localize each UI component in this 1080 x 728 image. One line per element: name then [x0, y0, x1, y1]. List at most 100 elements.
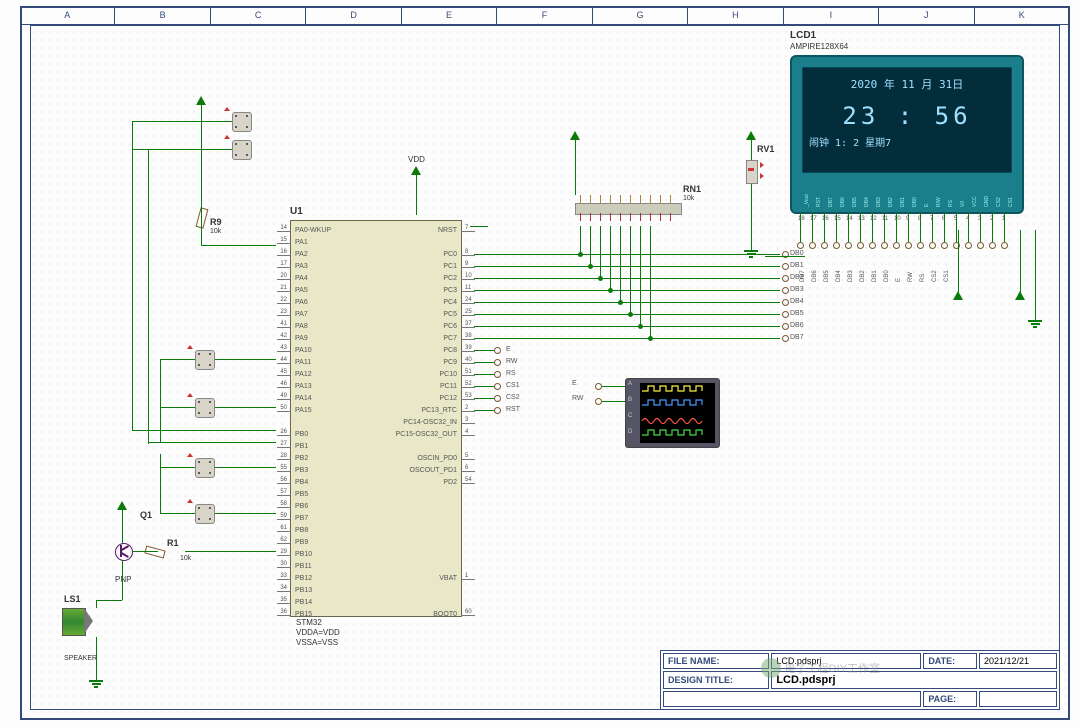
- u1-pin-PB15: PB15: [295, 611, 312, 618]
- scope-ch-c: C: [628, 413, 632, 419]
- rn1-val: 10k: [683, 195, 694, 202]
- u1-pin-OSCOUT_PD1: OSCOUT_PD1: [410, 467, 457, 474]
- u1-pin-PB11: PB11: [295, 563, 312, 570]
- db-terminal[interactable]: [782, 323, 789, 330]
- lcd-intpin-DB5: DB5: [852, 197, 858, 207]
- netlabel-DB4: DB4: [790, 298, 804, 305]
- q1-type: PNP: [115, 575, 131, 584]
- lcd-module[interactable]: 2020 年 11 月 31日 23 : 56 闹钟 1: 2 星期7 _Vou…: [790, 55, 1024, 214]
- lcd-pin-terminal[interactable]: [941, 242, 948, 249]
- u1-pin-PD2: PD2: [443, 479, 457, 486]
- ruler-col: I: [784, 6, 879, 24]
- terminal-e[interactable]: [595, 383, 602, 390]
- scope-sig-rw: RW: [572, 395, 584, 402]
- u1-ref: U1: [290, 206, 303, 217]
- u1-pin-PA12: PA12: [295, 371, 312, 378]
- netlabel-CS2: CS2: [506, 394, 520, 401]
- lcd-pin-terminal[interactable]: [893, 242, 900, 249]
- lcd-intpin-VCC: VCC: [972, 196, 978, 207]
- db-terminal[interactable]: [782, 299, 789, 306]
- lcd-line3: 闹钟 1: 2 星期7: [803, 132, 1011, 151]
- u1-pin-PA15: PA15: [295, 407, 312, 414]
- lcd-extpin-DB0: DB0: [884, 270, 890, 282]
- lcd-pin-terminal[interactable]: [905, 242, 912, 249]
- u1-pin-PB6: PB6: [295, 503, 308, 510]
- netlabel-DB7: DB7: [790, 334, 804, 341]
- u1-pin-PB1: PB1: [295, 443, 308, 450]
- lcd-pin-terminal[interactable]: [821, 242, 828, 249]
- lcd-pin-terminal[interactable]: [857, 242, 864, 249]
- db-terminal[interactable]: [782, 287, 789, 294]
- u1-pin-PA0-WKUP: PA0-WKUP: [295, 227, 331, 234]
- r1-ref: R1: [167, 538, 179, 548]
- lcd-intpin-CS2: CS2: [996, 197, 1002, 207]
- netlabel-RS: RS: [506, 370, 516, 377]
- terminal-rw[interactable]: [595, 398, 602, 405]
- u1-pin-PC3: PC3: [443, 287, 457, 294]
- db-terminal[interactable]: [782, 263, 789, 270]
- schematic-canvas[interactable]: ABCDEFGHIJK U1 PA0-WKUP14PA115PA216PA317…: [0, 0, 1080, 728]
- lcd-intpin-_Vout: _Vout: [804, 194, 810, 207]
- u1-pin-PB9: PB9: [295, 539, 308, 546]
- ctrl-terminal[interactable]: [494, 383, 501, 390]
- lcd-line2: 23 : 56: [803, 96, 1011, 132]
- db-terminal[interactable]: [782, 275, 789, 282]
- lcd-pin-terminal[interactable]: [977, 242, 984, 249]
- u1-pin-PB7: PB7: [295, 515, 308, 522]
- lcd-pin-terminal[interactable]: [917, 242, 924, 249]
- ctrl-terminal[interactable]: [494, 359, 501, 366]
- tb-page-label: PAGE:: [923, 691, 977, 707]
- lcd-extpin-RS: RS: [920, 274, 926, 282]
- ruler-col: C: [211, 6, 306, 24]
- ctrl-terminal[interactable]: [494, 347, 501, 354]
- lcd-intpin-DB4: DB4: [864, 197, 870, 207]
- u1-pin-PA9: PA9: [295, 335, 308, 342]
- db-terminal[interactable]: [782, 311, 789, 318]
- u1-pin-PA4: PA4: [295, 275, 308, 282]
- u1-pin-PC9: PC9: [443, 359, 457, 366]
- lcd-pin-terminal[interactable]: [809, 242, 816, 249]
- lcd-pin-terminal[interactable]: [965, 242, 972, 249]
- lcd-pin-terminal[interactable]: [929, 242, 936, 249]
- lcd-intpin-CS1: CS1: [1008, 197, 1014, 207]
- u1-pin-NRST: NRST: [438, 227, 457, 234]
- lcd-intpin-DB3: DB3: [876, 197, 882, 207]
- lcd-pin-terminal[interactable]: [833, 242, 840, 249]
- lcd-pin-terminal[interactable]: [881, 242, 888, 249]
- u1-pin-PC1: PC1: [443, 263, 457, 270]
- lcd-pin-terminal[interactable]: [989, 242, 996, 249]
- ls1-ref: LS1: [64, 594, 81, 604]
- ruler-col: A: [20, 6, 115, 24]
- u1-pin-PB5: PB5: [295, 491, 308, 498]
- scope-ch-a: A: [628, 381, 632, 387]
- r9-ref: R9: [210, 217, 222, 227]
- u1-pin-PA2: PA2: [295, 251, 308, 258]
- u1-pin-PC7: PC7: [443, 335, 457, 342]
- u1-chip[interactable]: PA0-WKUP14PA115PA216PA317PA420PA521PA622…: [290, 220, 462, 617]
- netlabel-DB6: DB6: [790, 322, 804, 329]
- lcd-pin-terminal[interactable]: [797, 242, 804, 249]
- lcd-pin-terminal[interactable]: [1001, 242, 1008, 249]
- u1-note1: VDDA=VDD: [296, 628, 340, 637]
- lcd-pin-terminal[interactable]: [845, 242, 852, 249]
- oscilloscope[interactable]: A B C D: [625, 378, 720, 448]
- ctrl-terminal[interactable]: [494, 395, 501, 402]
- db-terminal[interactable]: [782, 335, 789, 342]
- netlabel-CS1: CS1: [506, 382, 520, 389]
- ruler-col: J: [879, 6, 974, 24]
- q1-ref: Q1: [140, 510, 152, 520]
- ctrl-terminal[interactable]: [494, 407, 501, 414]
- u1-pin-PC15-OSC32_OUT: PC15-OSC32_OUT: [396, 431, 457, 438]
- u1-pin-PC4: PC4: [443, 299, 457, 306]
- u1-part: STM32: [296, 618, 322, 627]
- u1-pin-PA14: PA14: [295, 395, 312, 402]
- lcd-line1: 2020 年 11 月 31日: [803, 72, 1011, 96]
- tb-date-label: DATE:: [923, 653, 977, 669]
- lcd-pin-terminal[interactable]: [869, 242, 876, 249]
- u1-pin-PB3: PB3: [295, 467, 308, 474]
- rn1[interactable]: [575, 195, 680, 225]
- lcd-intpin-DB0: DB0: [912, 197, 918, 207]
- u1-pin-PB12: PB12: [295, 575, 312, 582]
- ctrl-terminal[interactable]: [494, 371, 501, 378]
- u1-pin-PA7: PA7: [295, 311, 308, 318]
